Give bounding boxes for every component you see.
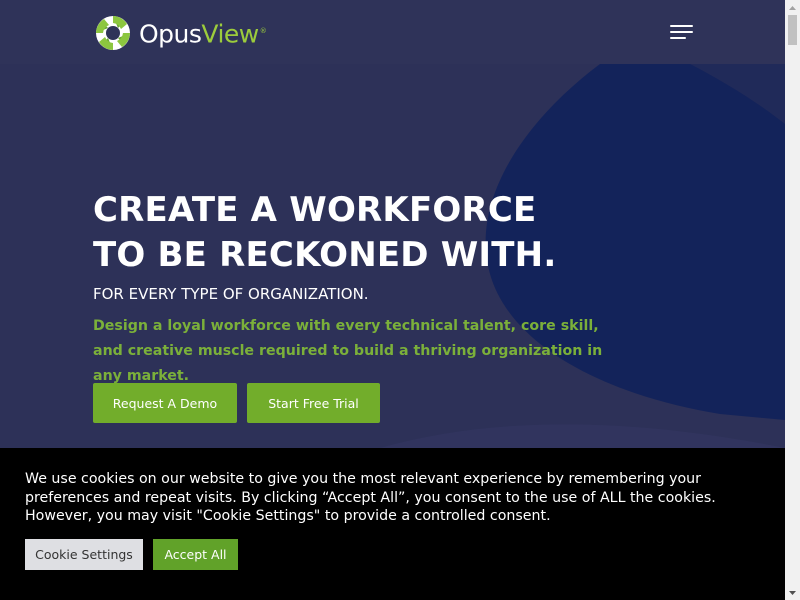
hero-subtitle: FOR EVERY TYPE OF ORGANIZATION. <box>93 285 369 303</box>
page-scrollbar[interactable] <box>785 0 800 600</box>
opusview-logo[interactable]: OpusView® <box>94 12 267 53</box>
accept-all-button[interactable]: Accept All <box>153 539 238 570</box>
brand-name: OpusView® <box>139 12 267 53</box>
opusview-logo-mark <box>96 16 130 50</box>
start-free-trial-button[interactable]: Start Free Trial <box>247 383 380 423</box>
hero-title-line-2: TO BE RECKONED WITH. <box>93 235 557 275</box>
site-header: OpusView® <box>0 0 785 64</box>
brand-name-accent: View <box>201 19 259 49</box>
cookie-consent-banner: We use cookies on our website to give yo… <box>0 448 785 600</box>
brand-name-main: Opus <box>139 19 202 49</box>
scroll-up-arrow-icon[interactable] <box>785 0 800 15</box>
cookie-message: We use cookies on our website to give yo… <box>25 471 716 524</box>
scroll-down-arrow-icon[interactable] <box>785 585 800 600</box>
hero-title: CREATE A WORKFORCE TO BE RECKONED WITH. <box>93 188 693 278</box>
hero-description: Design a loyal workforce with every tech… <box>93 318 603 384</box>
scrollbar-thumb[interactable] <box>788 15 797 45</box>
hero-title-line-1: CREATE A WORKFORCE <box>93 190 537 230</box>
cookie-settings-button[interactable]: Cookie Settings <box>25 539 143 570</box>
registered-mark: ® <box>259 27 267 36</box>
hero-section: CREATE A WORKFORCE TO BE RECKONED WITH. … <box>0 64 785 448</box>
hamburger-menu-icon[interactable] <box>670 24 693 40</box>
request-demo-button[interactable]: Request A Demo <box>93 383 237 423</box>
